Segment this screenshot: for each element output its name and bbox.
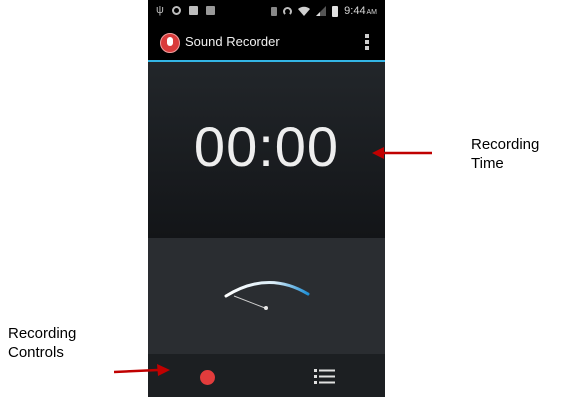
recording-time-arrow <box>372 147 432 159</box>
usb-icon: ψ <box>156 4 164 16</box>
image-icon <box>205 5 215 15</box>
timer-panel: 00:00 <box>148 62 385 238</box>
headset-icon <box>283 6 293 16</box>
list-icon[interactable] <box>314 368 336 386</box>
clock: 9:44 AM <box>344 5 377 17</box>
level-meter <box>224 281 310 310</box>
meter-needle <box>233 295 266 309</box>
circle-icon <box>171 5 181 15</box>
phone-screen: ψ 9:44 AM Sound Recorder 00:00 <box>148 0 385 397</box>
meter-arc <box>224 281 310 298</box>
level-meter-panel <box>148 238 385 354</box>
signal-icon <box>316 6 327 16</box>
recording-controls-label: Recording Controls <box>8 325 77 361</box>
action-bar: Sound Recorder <box>148 24 385 62</box>
status-bar: ψ 9:44 AM <box>148 0 385 24</box>
battery-icon <box>332 5 339 17</box>
meter-pivot <box>264 306 268 310</box>
recording-timer: 00:00 <box>193 115 340 178</box>
microphone-icon[interactable] <box>160 33 180 53</box>
vibrate-icon <box>271 6 278 16</box>
wifi-icon <box>298 6 311 16</box>
record-button[interactable] <box>200 370 215 385</box>
square-icon <box>188 5 198 15</box>
recording-time-label: Recording Time <box>471 136 540 172</box>
overflow-menu-icon[interactable] <box>365 34 369 50</box>
controls-bar <box>148 354 385 397</box>
app-title: Sound Recorder <box>185 34 280 49</box>
recording-controls-arrow <box>114 364 170 376</box>
